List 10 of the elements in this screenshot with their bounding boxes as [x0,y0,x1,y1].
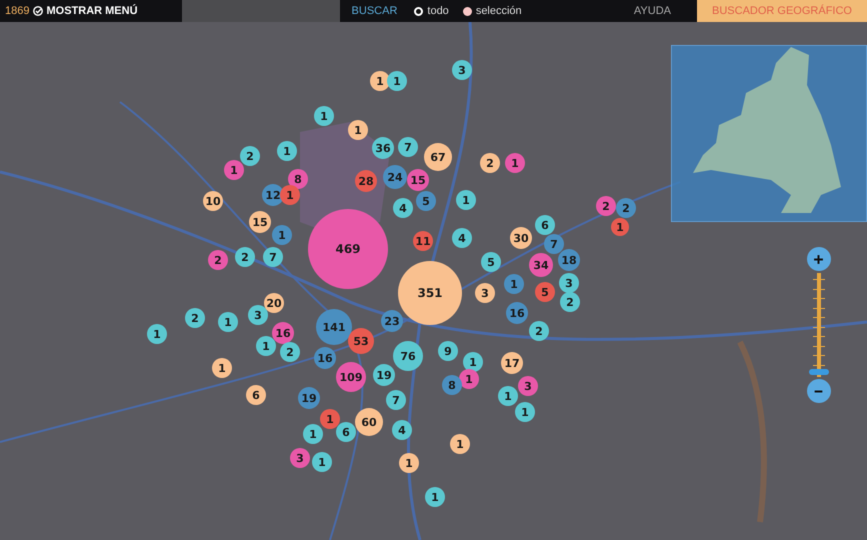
search-field[interactable] [182,0,340,22]
filter-radio[interactable]: todo [414,5,449,17]
overview-map[interactable] [671,45,867,222]
check-icon [33,6,44,16]
help-link[interactable]: AYUDA [634,5,671,17]
show-menu-button[interactable]: MOSTRAR MENÚ [33,5,138,17]
filter-radio[interactable]: selección [462,5,522,17]
result-count: 1869 [4,5,30,17]
plus-icon [813,254,824,264]
search-button[interactable]: BUSCAR [352,5,398,17]
